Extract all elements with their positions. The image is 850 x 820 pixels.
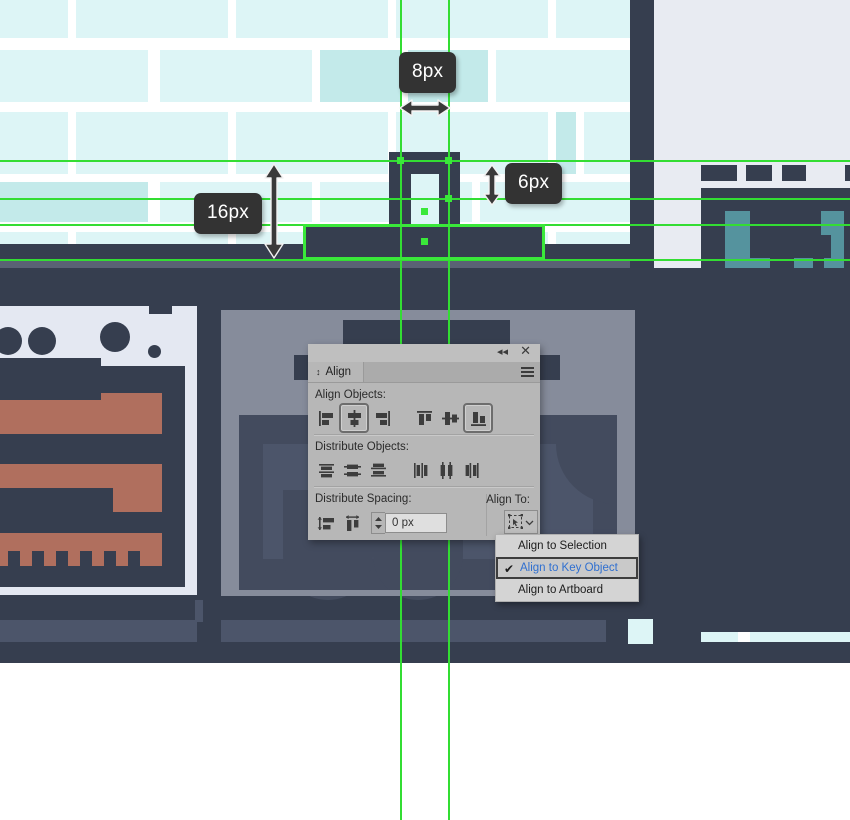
code-line-1-indent	[0, 393, 101, 400]
code-window-body-top	[0, 358, 101, 372]
right-tab-3	[782, 165, 806, 181]
distribute-objects-row[interactable]	[313, 456, 540, 484]
code-window-notch	[149, 306, 172, 314]
ground-bar-lower	[0, 261, 630, 268]
horizontal-distribute-right-button[interactable]	[459, 457, 485, 483]
anchor-point-arch-br[interactable]	[445, 195, 452, 202]
chevron-down-icon	[525, 520, 534, 525]
bottom-strip-center	[221, 620, 606, 642]
right-edge-slate	[195, 600, 203, 622]
bottom-strip-left	[0, 620, 197, 642]
distribute-objects-label: Distribute Objects:	[315, 441, 409, 453]
align-objects-row[interactable]	[313, 403, 540, 433]
double-arrow-horizontal-icon	[399, 99, 451, 117]
anchor-point-arch-tl[interactable]	[397, 157, 404, 164]
code-teeth-6	[128, 551, 140, 566]
spacing-input[interactable]: 0 px	[385, 513, 447, 533]
teal-letter-right-stem	[821, 211, 844, 235]
double-arrow-vertical-icon-6px	[483, 164, 501, 206]
horizontal-distribute-left-button[interactable]	[407, 457, 433, 483]
horizontal-align-center-button[interactable]	[339, 403, 369, 433]
right-tab-1	[701, 165, 737, 181]
spacing-stepper-group[interactable]: 0 px	[371, 512, 447, 534]
bottom-bar-teal-gap	[738, 632, 750, 642]
vertical-distribute-bottom-button[interactable]	[365, 457, 391, 483]
measurement-label-16px: 16px	[194, 193, 263, 234]
menu-item-label: Align to Selection	[518, 540, 607, 552]
horizontal-distribute-spacing-button[interactable]	[339, 510, 365, 536]
align-to-key-object-icon	[508, 514, 523, 529]
horizontal-align-right-button[interactable]	[369, 405, 395, 431]
close-icon[interactable]: ✕	[520, 344, 531, 357]
horizontal-guide-1	[0, 160, 850, 162]
panel-tab-strip[interactable]: ↕ Align	[308, 362, 540, 383]
panel-menu-icon[interactable]	[521, 367, 534, 379]
right-tab-2	[746, 165, 772, 181]
double-arrow-vertical-icon-16px	[264, 163, 284, 259]
right-tab-4	[845, 165, 850, 181]
collapse-icon[interactable]: ◂◂	[497, 347, 508, 358]
menu-item-label: Align to Key Object	[520, 562, 618, 574]
code-line-2	[0, 464, 162, 488]
menu-item-align-to-selection[interactable]: Align to Selection	[496, 535, 638, 557]
vertical-distribute-top-button[interactable]	[313, 457, 339, 483]
vertical-align-center-button[interactable]	[437, 405, 463, 431]
align-objects-label: Align Objects:	[315, 389, 386, 401]
horizontal-guide-2	[0, 198, 850, 200]
align-to-dropdown-button[interactable]	[504, 510, 538, 534]
vertical-align-bottom-button[interactable]	[463, 403, 493, 433]
align-to-dropdown-menu[interactable]: Align to Selection ✔ Align to Key Object…	[495, 534, 639, 602]
tab-align[interactable]: ↕ Align	[308, 362, 365, 382]
stepper-up-down-icon[interactable]	[371, 512, 385, 534]
checkmark-icon: ✔	[504, 562, 515, 576]
panel-divider-2	[314, 486, 534, 488]
anchor-point-center-lower[interactable]	[421, 238, 428, 245]
align-to-label: Align To:	[486, 494, 530, 506]
code-teeth-1	[8, 551, 20, 566]
measurement-label-6px: 6px	[505, 163, 563, 204]
window-dot-2	[28, 327, 56, 355]
panel-title: Align	[325, 366, 352, 378]
bottom-chip-teal	[628, 619, 653, 644]
panel-title-bar[interactable]: ◂◂ ✕	[308, 344, 540, 362]
window-dot-4	[148, 345, 161, 358]
measurement-label-8px: 8px	[399, 52, 457, 93]
horizontal-align-left-button[interactable]	[313, 405, 339, 431]
vertical-distribute-center-button[interactable]	[339, 457, 365, 483]
horizontal-distribute-center-button[interactable]	[433, 457, 459, 483]
top-divider-bar	[630, 0, 654, 268]
code-teeth-5	[104, 551, 116, 566]
menu-item-align-to-key-object[interactable]: ✔ Align to Key Object	[496, 557, 638, 579]
menu-item-label: Align to Artboard	[518, 584, 604, 596]
menu-item-align-to-artboard[interactable]: Align to Artboard	[496, 579, 638, 601]
code-teeth-2	[32, 551, 44, 566]
anchor-point-arch-tr[interactable]	[445, 157, 452, 164]
anchor-point-center-upper[interactable]	[421, 208, 428, 215]
vertical-distribute-spacing-button[interactable]	[313, 510, 339, 536]
code-teeth-4	[80, 551, 92, 566]
bottom-bar-teal	[701, 632, 850, 642]
vertical-align-top-button[interactable]	[411, 405, 437, 431]
window-dot-3	[100, 322, 130, 352]
align-panel[interactable]: ◂◂ ✕ ↕ Align Align Objects: Distribute O…	[308, 344, 540, 540]
panel-grip-icon: ↕	[316, 367, 321, 377]
code-teeth-3	[56, 551, 68, 566]
code-line-2b	[113, 488, 162, 512]
panel-divider-1	[314, 434, 534, 436]
